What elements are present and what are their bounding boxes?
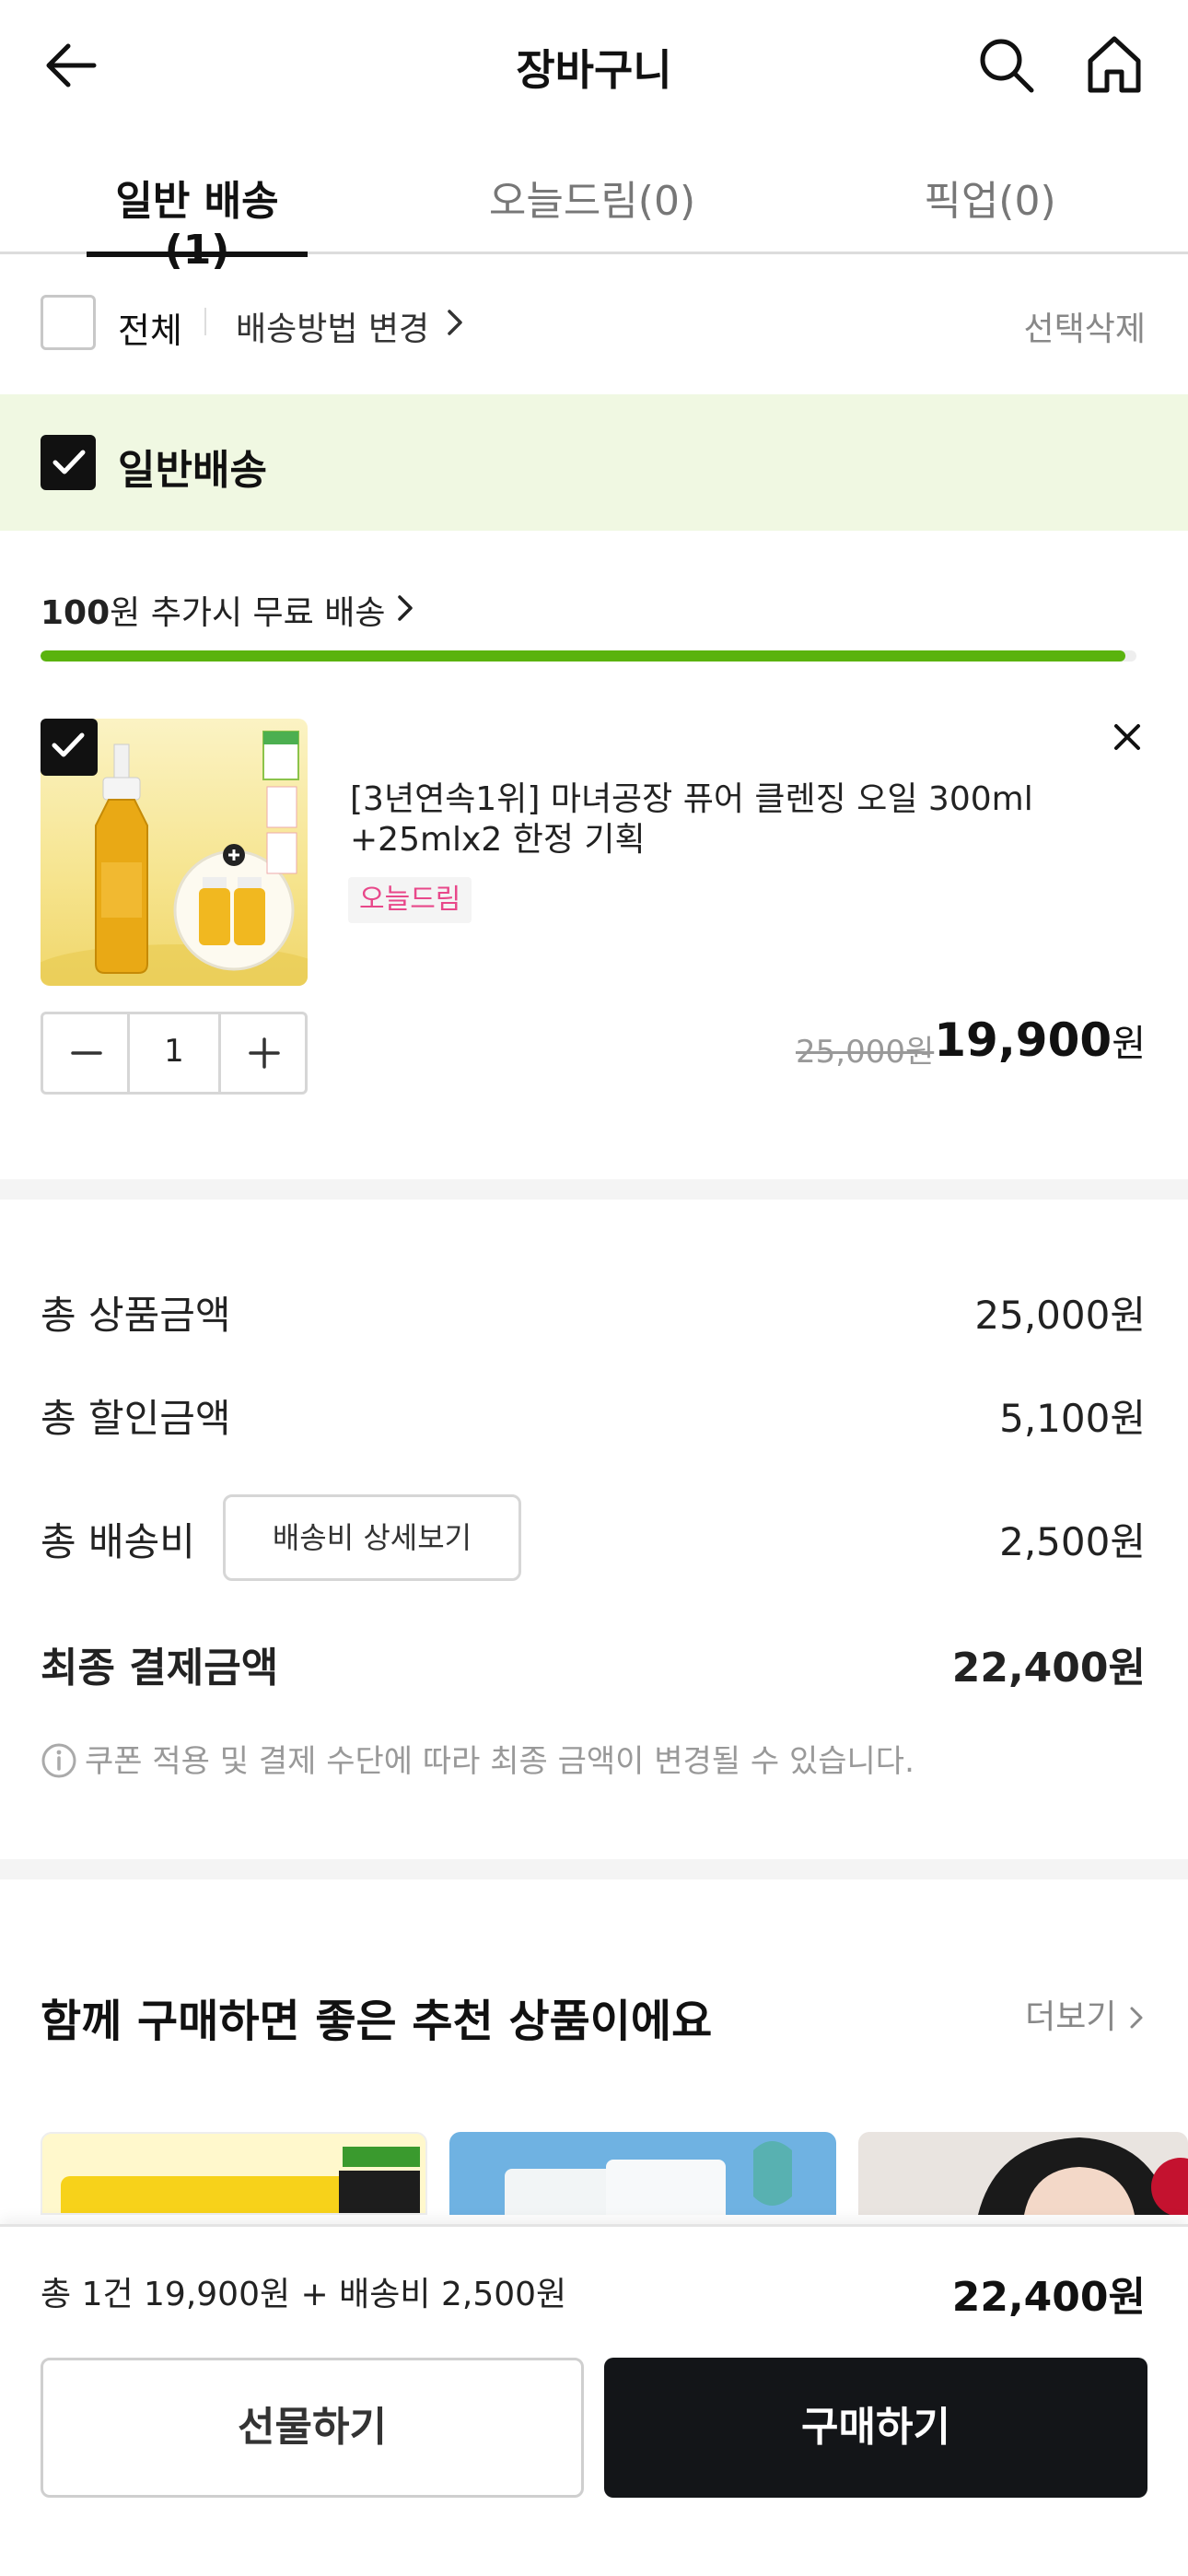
product-name[interactable]: [3년연속1위] 마녀공장 퓨어 클렌징 오일 300ml +25mlx2 한정… (350, 779, 1105, 861)
section-title: 일반배송 (118, 447, 267, 494)
search-button[interactable] (974, 33, 1039, 98)
sale-price: 19,900원 (934, 1013, 1146, 1067)
app-header: 장바구니 (0, 0, 1188, 138)
delete-selected-button[interactable]: 선택삭제 (1024, 302, 1146, 350)
section-divider (0, 1859, 1188, 1879)
original-price: 25,000원 (796, 1034, 935, 1071)
order-summary-text: 총 1건 19,900원 + 배송비 2,500원 (41, 2276, 567, 2313)
quantity-stepper: 1 (41, 1012, 308, 1095)
total-shipping-label: 총 배송비 (41, 1519, 195, 1564)
recommended-product-image (61, 2147, 420, 2213)
recommend-title: 함께 구매하면 좋은 추천 상품이에요 (41, 1996, 713, 2047)
tab-today-delivery[interactable]: 오늘드림(0) (479, 168, 705, 254)
total-product-value: 25,000원 (974, 1293, 1146, 1338)
gift-button[interactable]: 선물하기 (41, 2358, 584, 2498)
plus-icon (249, 1037, 280, 1069)
final-payment-row: 최종 결제금액 22,400원 (41, 1634, 1146, 1693)
cart-toolbar: 전체 배송방법 변경 선택삭제 (0, 254, 1188, 394)
select-all-checkbox[interactable] (41, 295, 96, 350)
section-divider (0, 1179, 1188, 1200)
remove-item-button[interactable] (1109, 719, 1146, 755)
tab-label: 오늘드림(0) (488, 178, 696, 225)
sale-price-value: 19,900 (934, 1013, 1112, 1067)
total-shipping-row: 총 배송비 2,500원 (41, 1511, 1146, 1567)
notice-text: 쿠폰 적용 및 결제 수단에 따라 최종 금액이 변경될 수 있습니다. (85, 1743, 914, 1780)
free-shipping-amount: 100 (41, 594, 111, 632)
total-product-row: 총 상품금액 25,000원 (41, 1284, 1146, 1341)
section-checkbox[interactable] (41, 435, 96, 490)
order-total: 22,400원 (951, 2274, 1146, 2321)
total-product-label: 총 상품금액 (41, 1293, 231, 1338)
free-shipping-text: 원 추가시 무료 배송 (110, 594, 386, 632)
checkmark-icon (52, 732, 85, 757)
more-link[interactable]: 더보기 (1025, 1990, 1146, 2038)
checkmark-icon (52, 450, 86, 474)
free-shipping-notice[interactable]: 100원 추가시 무료 배송 (41, 586, 385, 634)
home-button[interactable] (1081, 31, 1147, 98)
quantity-value[interactable]: 1 (130, 1033, 218, 1070)
recommended-product-card[interactable] (449, 2132, 836, 2215)
shipping-detail-button[interactable]: 배송비 상세보기 (223, 1494, 521, 1581)
tab-pickup[interactable]: 픽업(0) (914, 168, 1066, 254)
final-payment-value: 22,400원 (951, 1645, 1146, 1692)
select-all-label: 전체 (118, 310, 182, 351)
currency-unit: 원 (1112, 1023, 1146, 1065)
price-notice: 쿠폰 적용 및 결제 수단에 따라 최종 금액이 변경될 수 있습니다. (41, 1736, 914, 1781)
final-payment-label: 최종 결제금액 (41, 1645, 279, 1692)
decrease-quantity-button[interactable] (43, 1014, 130, 1092)
delivery-tabs: 일반 배송(1) 오늘드림(0) 픽업(0) (0, 157, 1188, 274)
total-discount-label: 총 할인금액 (41, 1396, 231, 1441)
home-icon (1088, 36, 1141, 93)
tab-label: 픽업(0) (924, 178, 1056, 225)
increase-quantity-button[interactable] (218, 1014, 305, 1092)
progress-fill (41, 650, 1126, 662)
recommended-product-image (978, 2137, 1188, 2215)
more-label: 더보기 (1025, 1998, 1117, 2036)
recommended-product-image (505, 2141, 792, 2215)
free-shipping-progress-bar (41, 650, 1136, 662)
total-discount-row: 총 할인금액 5,100원 (41, 1388, 1146, 1444)
product-checkbox[interactable] (41, 719, 98, 776)
total-discount-value: 5,100원 (999, 1396, 1146, 1441)
chevron-right-icon (398, 595, 413, 621)
chevron-right-icon (1130, 2007, 1143, 2029)
info-icon (41, 1743, 76, 1778)
recommended-product-card[interactable] (858, 2132, 1188, 2215)
recommended-product-card[interactable] (41, 2132, 427, 2215)
close-icon (1114, 724, 1140, 750)
divider (204, 308, 206, 335)
today-delivery-badge: 오늘드림 (348, 877, 472, 923)
minus-icon (71, 1051, 102, 1055)
tab-general-delivery[interactable]: 일반 배송(1) (87, 168, 308, 274)
change-delivery-link[interactable]: 배송방법 변경 (236, 302, 429, 350)
checkout-bar: 총 1건 19,900원 + 배송비 2,500원 22,400원 선물하기 구… (0, 2224, 1188, 2576)
chevron-right-icon (448, 310, 462, 335)
buy-button[interactable]: 구매하기 (604, 2358, 1147, 2498)
total-shipping-value: 2,500원 (999, 1519, 1146, 1564)
search-icon (980, 39, 1034, 93)
general-delivery-section-header: 일반배송 (0, 394, 1188, 531)
